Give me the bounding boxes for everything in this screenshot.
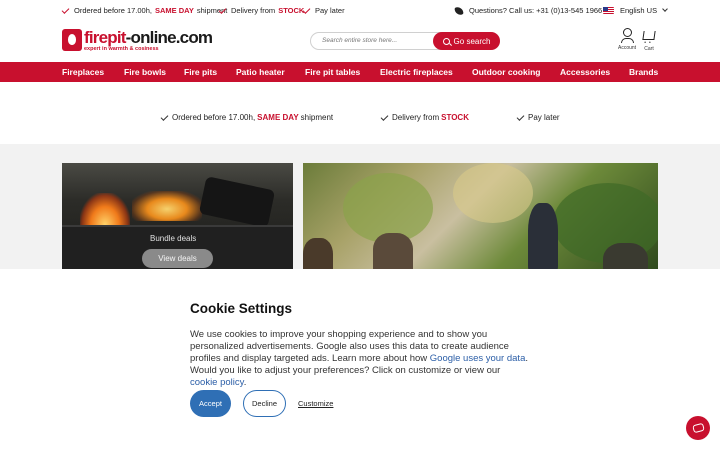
usp-highlight: STOCK bbox=[441, 113, 469, 122]
cookie-policy-link[interactable]: cookie policy bbox=[190, 377, 244, 388]
logo-tagline: expert in warmth & cosiness bbox=[84, 46, 159, 52]
search-button[interactable]: Go search bbox=[433, 32, 500, 50]
customize-link[interactable]: Customize bbox=[298, 399, 333, 408]
contact-phone[interactable]: Questions? Call us: +31 (0)13-545 1966 bbox=[454, 5, 602, 16]
top-bar: Ordered before 17.00h, SAME DAY shipment… bbox=[0, 0, 720, 20]
nav-item-brands[interactable]: Brands bbox=[629, 67, 658, 77]
logo-text-main: firepit bbox=[84, 28, 126, 47]
logo-text-rest: -online.com bbox=[125, 28, 213, 47]
usp-same-day: Ordered before 17.00h, SAME DAY shipment bbox=[61, 5, 227, 15]
accept-button[interactable]: Accept bbox=[190, 390, 231, 417]
bundle-deals-card[interactable]: Bundle deals View deals bbox=[62, 163, 293, 269]
skewers-image bbox=[132, 191, 202, 221]
google-data-link[interactable]: Google uses your data bbox=[430, 353, 526, 364]
cookie-description: We use cookies to improve your shopping … bbox=[190, 329, 530, 389]
person-image bbox=[528, 203, 558, 269]
usp-highlight: SAME DAY bbox=[257, 113, 299, 122]
nav-item-fire-pit-tables[interactable]: Fire pit tables bbox=[305, 67, 360, 77]
nav-item-accessories[interactable]: Accessories bbox=[560, 67, 610, 77]
usp-highlight: SAME DAY bbox=[154, 6, 194, 15]
usp-text: Delivery from bbox=[392, 113, 440, 122]
account-label: Account bbox=[618, 45, 637, 51]
cookie-title: Cookie Settings bbox=[190, 301, 293, 316]
usp-text: Ordered before 17.00h, bbox=[74, 6, 152, 15]
check-icon bbox=[302, 5, 311, 14]
cookie-text: . bbox=[243, 377, 247, 388]
usp-same-day-main: Ordered before 17.00h, SAME DAY shipment bbox=[160, 112, 334, 122]
language-label[interactable]: English US bbox=[620, 6, 657, 15]
flame-logo-icon bbox=[62, 29, 82, 51]
phone-icon bbox=[454, 5, 464, 16]
search-icon bbox=[442, 37, 450, 45]
check-icon bbox=[160, 112, 169, 121]
decline-button[interactable]: Decline bbox=[243, 390, 286, 417]
cookie-settings-dialog: Cookie Settings We use cookies to improv… bbox=[0, 269, 720, 450]
check-icon bbox=[61, 5, 70, 14]
us-flag-icon bbox=[603, 7, 614, 14]
usp-pay-later: Pay later bbox=[302, 5, 345, 15]
chat-icon bbox=[691, 422, 705, 434]
usp-stock-main: Delivery from STOCK bbox=[380, 112, 469, 122]
search-input[interactable]: Search entire store here... bbox=[322, 37, 397, 44]
cast-iron-pan-image bbox=[198, 176, 276, 228]
cart-label: Cart bbox=[644, 46, 654, 52]
search-bar[interactable]: Search entire store here... Go search bbox=[310, 32, 500, 50]
person-image bbox=[603, 243, 648, 269]
check-icon bbox=[516, 112, 525, 121]
account-link[interactable]: Account bbox=[618, 28, 636, 51]
outdoor-dining-photo[interactable] bbox=[303, 163, 658, 269]
usp-highlight: STOCK bbox=[278, 6, 305, 15]
person-image bbox=[303, 238, 333, 269]
cart-link[interactable]: •• Cart bbox=[642, 28, 656, 52]
logo-text: firepit-online.com bbox=[84, 28, 213, 47]
chevron-down-icon bbox=[662, 6, 668, 12]
nav-item-fireplaces[interactable]: Fireplaces bbox=[62, 67, 104, 77]
cart-icon bbox=[642, 31, 656, 40]
usp-text: Pay later bbox=[315, 6, 345, 15]
person-image bbox=[373, 233, 413, 269]
header: firepit-online.com expert in warmth & co… bbox=[0, 20, 720, 62]
contact-text[interactable]: Questions? Call us: +31 (0)13-545 1966 bbox=[469, 6, 602, 15]
nav-item-patio-heater[interactable]: Patio heater bbox=[236, 67, 285, 77]
site-logo[interactable]: firepit-online.com expert in warmth & co… bbox=[62, 28, 213, 53]
chat-button[interactable] bbox=[686, 416, 710, 440]
usp-pay-later-main: Pay later bbox=[516, 112, 560, 122]
nav-item-fire-bowls[interactable]: Fire bowls bbox=[124, 67, 166, 77]
bundle-deals-label: Bundle deals bbox=[150, 234, 197, 243]
nav-item-outdoor-cooking[interactable]: Outdoor cooking bbox=[472, 67, 540, 77]
check-icon bbox=[380, 112, 389, 121]
check-icon bbox=[218, 5, 227, 14]
user-icon bbox=[622, 28, 632, 37]
main-navigation: Fireplaces Fire bowls Fire pits Patio he… bbox=[0, 62, 720, 82]
nav-item-fire-pits[interactable]: Fire pits bbox=[184, 67, 217, 77]
usp-text: Delivery from bbox=[231, 6, 276, 15]
usp-stock: Delivery from STOCK bbox=[218, 5, 305, 15]
search-button-label: Go search bbox=[453, 36, 491, 46]
language-selector[interactable]: English US bbox=[603, 6, 668, 15]
usp-text: Ordered before 17.00h, bbox=[172, 113, 256, 122]
view-deals-button[interactable]: View deals bbox=[142, 249, 213, 268]
usp-text: shipment bbox=[300, 113, 334, 122]
nav-item-electric-fireplaces[interactable]: Electric fireplaces bbox=[380, 67, 453, 77]
usp-text: Pay later bbox=[528, 113, 560, 122]
